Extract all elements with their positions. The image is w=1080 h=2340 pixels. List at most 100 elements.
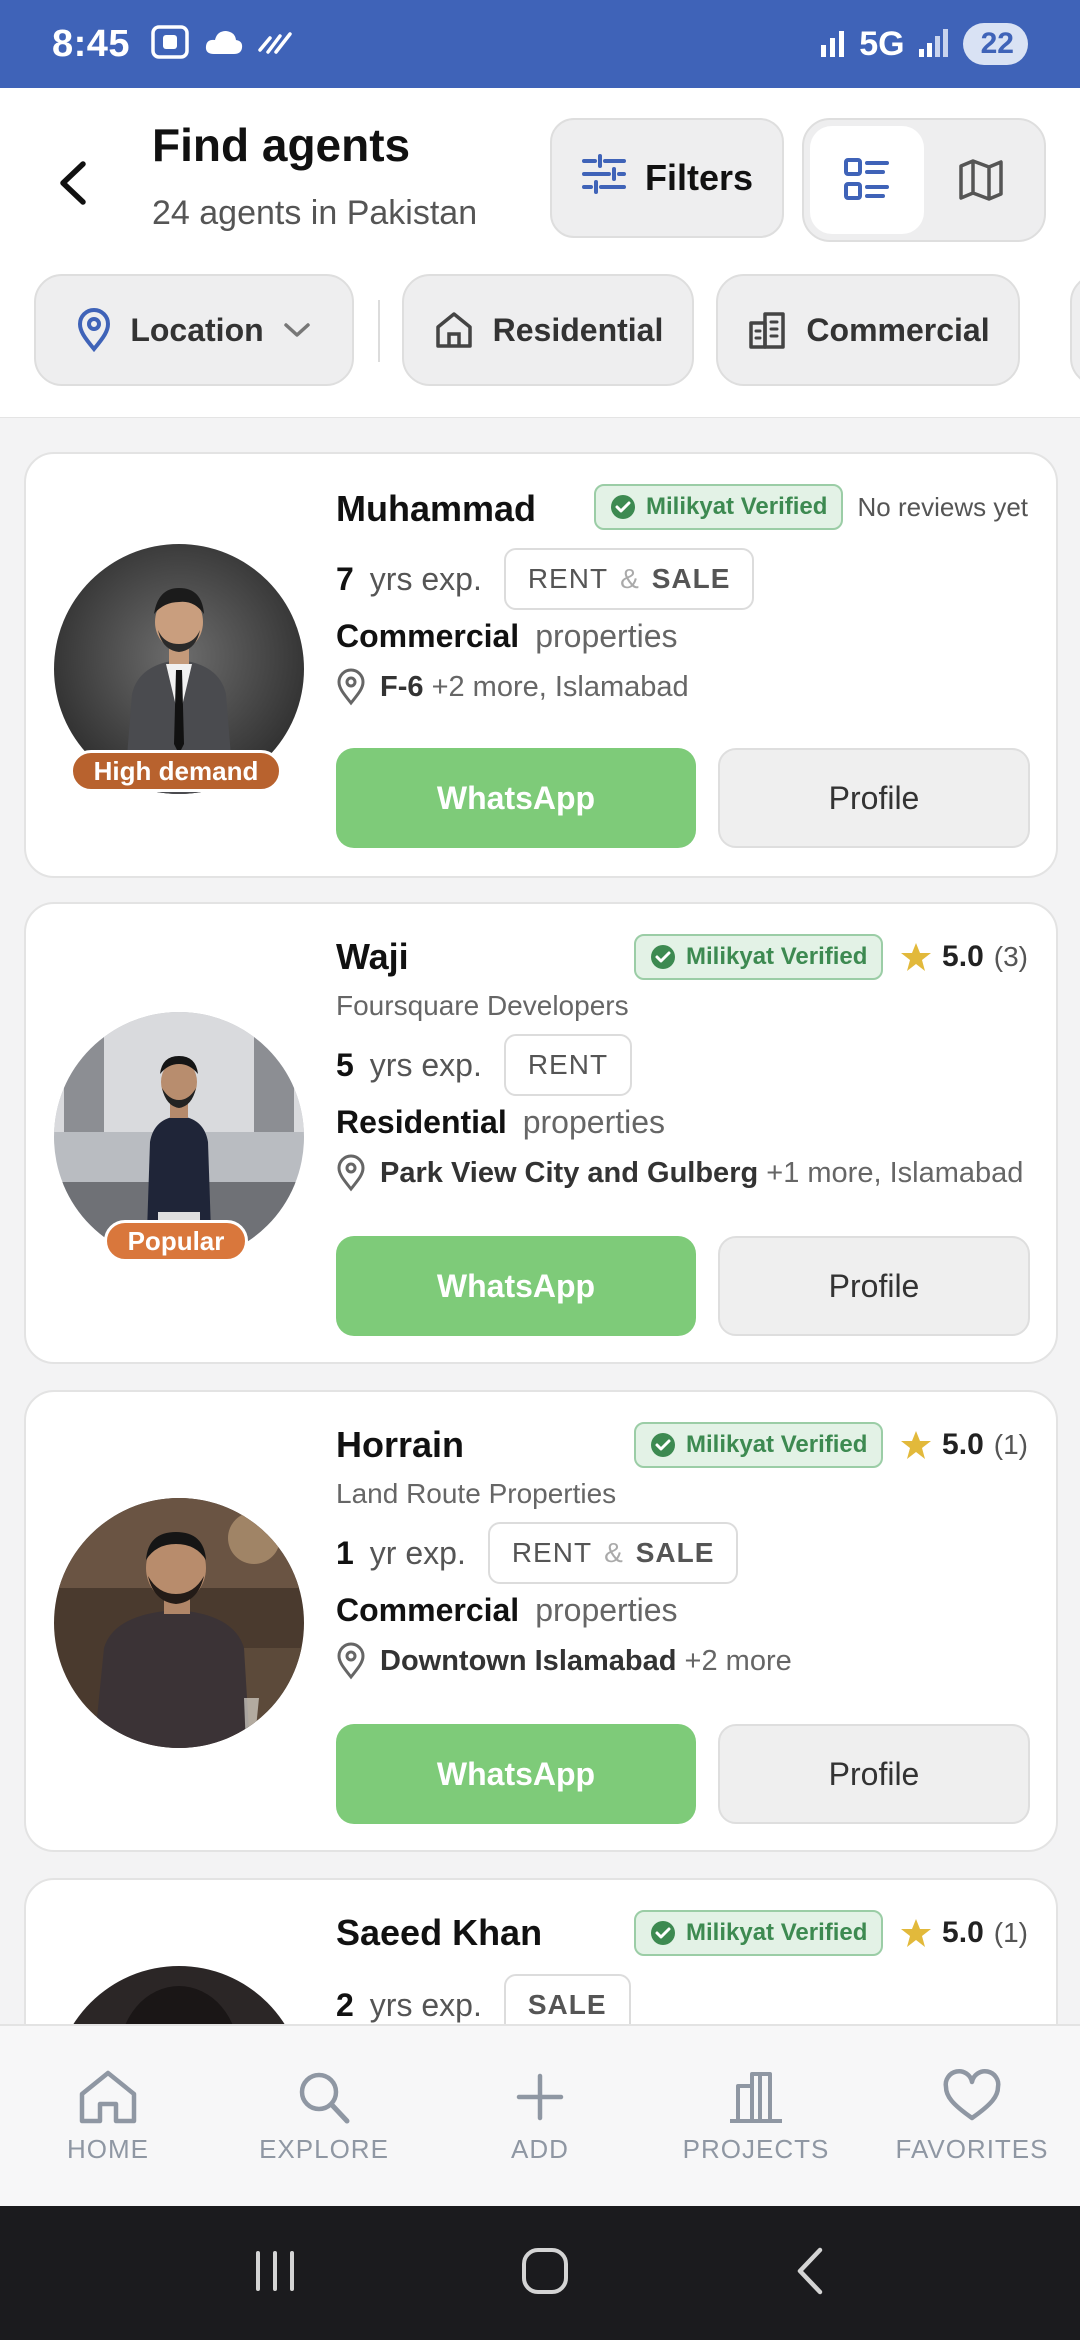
agent-name: Muhammad: [336, 488, 537, 529]
recent-apps-icon[interactable]: [250, 2247, 300, 2300]
agent-name: Waji: [336, 936, 409, 977]
experience: 1 yr exp. RENT & SALE: [336, 1522, 739, 1584]
agent-location: Downtown Islamabad +2 more: [336, 1642, 792, 1680]
location-pin-icon: [337, 1642, 365, 1680]
nav-add-label: ADD: [511, 2133, 569, 2164]
rating-count: (1): [993, 1429, 1028, 1460]
experience-years: 7: [336, 560, 354, 597]
chip-commercial[interactable]: Commercial: [716, 274, 1020, 386]
popular-badge: Popular: [104, 1220, 248, 1262]
chip-location[interactable]: Location: [34, 274, 354, 386]
check-circle-icon: [651, 1433, 675, 1457]
nav-favorites-label: FAVORITES: [895, 2133, 1049, 2164]
verified-label: Milikyat Verified: [686, 1919, 868, 1946]
property-type: Residential properties: [336, 1104, 666, 1140]
nav-home[interactable]: HOME: [0, 2026, 216, 2206]
rating-count: (3): [993, 941, 1028, 972]
rating: 5.0 (3): [900, 940, 1028, 974]
check-circle-icon: [651, 1921, 675, 1945]
agent-location: F-6 +2 more, Islamabad: [336, 668, 689, 706]
verified-label: Milikyat Verified: [686, 943, 868, 970]
agent-card[interactable]: Horrain Milikyat Verified 5.0 (1) Land R…: [24, 1390, 1058, 1852]
rating: 5.0 (1): [900, 1916, 1028, 1950]
nav-projects-label: PROJECTS: [682, 2133, 830, 2164]
header: Find agents 24 agents in Pakistan Filter…: [0, 88, 1080, 418]
location-pin-icon: [78, 308, 111, 352]
check-circle-icon: [611, 495, 635, 519]
network-type: 5G: [859, 24, 905, 63]
cloud-icon: [204, 28, 244, 61]
list-view-icon: [844, 158, 889, 200]
screenshot-icon: [150, 24, 190, 65]
nav-home-label: HOME: [67, 2133, 149, 2164]
chevron-down-icon: [283, 323, 310, 337]
nav-explore-label: EXPLORE: [259, 2133, 389, 2164]
nav-add[interactable]: ADD: [432, 2026, 648, 2206]
status-bar: 8:45 5G 22: [0, 0, 1080, 88]
map-view-button[interactable]: [924, 126, 1038, 234]
page-title: Find agents: [152, 119, 411, 171]
cellular-roaming-icon: [819, 25, 847, 64]
chip-divider: [378, 300, 380, 362]
chip-residential[interactable]: Residential: [402, 274, 694, 386]
signal-strength-icon: [258, 30, 292, 59]
experience-unit: yrs exp.: [369, 560, 482, 597]
nav-favorites[interactable]: FAVORITES: [864, 2026, 1080, 2206]
battery-indicator: 22: [962, 23, 1028, 65]
home-icon: [79, 2070, 137, 2123]
agent-card[interactable]: Popular Waji Milikyat Verified 5.0 (3) F…: [24, 902, 1058, 1364]
nav-projects[interactable]: PROJECTS: [648, 2026, 864, 2206]
sliders-icon: [581, 153, 627, 203]
whatsapp-button[interactable]: WhatsApp: [336, 748, 696, 848]
chip-location-label: Location: [130, 311, 264, 348]
profile-button[interactable]: Profile: [718, 1236, 1030, 1336]
back-nav-icon[interactable]: [790, 2246, 830, 2301]
verified-badge: Milikyat Verified: [634, 1910, 884, 1956]
property-type: Commercial properties: [336, 1592, 678, 1628]
home-button-icon[interactable]: [520, 2246, 570, 2301]
star-icon: [901, 1919, 932, 1947]
agent-card[interactable]: High demand Muhammad Milikyat Verified N…: [24, 452, 1058, 878]
experience: 5 yrs exp. RENT: [336, 1034, 633, 1096]
verified-label: Milikyat Verified: [686, 1431, 868, 1458]
filters-button[interactable]: Filters: [550, 118, 784, 238]
agent-location: Park View City and Gulberg +1 more, Isla…: [336, 1154, 1023, 1192]
search-icon: [299, 2072, 350, 2123]
chip-more[interactable]: [1070, 274, 1080, 386]
chip-commercial-label: Commercial: [806, 311, 990, 348]
filters-label: Filters: [644, 157, 754, 198]
rating: 5.0 (1): [900, 1428, 1028, 1462]
verified-badge: Milikyat Verified: [634, 934, 884, 980]
heart-icon: [943, 2068, 1001, 2120]
profile-button[interactable]: Profile: [718, 1724, 1030, 1824]
whatsapp-button[interactable]: WhatsApp: [336, 1236, 696, 1336]
avatar: [54, 1498, 304, 1748]
whatsapp-button[interactable]: WhatsApp: [336, 1724, 696, 1824]
agent-photo: [54, 1498, 304, 1748]
check-circle-icon: [651, 945, 675, 969]
map-icon: [959, 159, 1003, 201]
agents-count: 24 agents in Pakistan: [152, 194, 478, 232]
experience-years: 1: [336, 1534, 354, 1571]
verified-badge: Milikyat Verified: [594, 484, 844, 530]
agency-name: Land Route Properties: [336, 1478, 617, 1509]
location-pin-icon: [337, 668, 365, 706]
status-time: 8:45: [52, 22, 131, 65]
experience: 7 yrs exp. RENT & SALE: [336, 548, 755, 610]
bottom-navigation: HOME EXPLORE ADD PROJECTS FAVORITES: [0, 2024, 1080, 2206]
experience-unit: yrs exp.: [369, 1046, 482, 1083]
list-view-button[interactable]: [810, 126, 924, 234]
experience-unit: yrs exp.: [369, 1986, 482, 2023]
profile-button[interactable]: Profile: [718, 748, 1030, 848]
high-demand-badge: High demand: [70, 750, 282, 792]
deal-type-tag: RENT & SALE: [487, 1522, 739, 1584]
agent-name: Horrain: [336, 1424, 465, 1465]
rating-value: 5.0: [942, 1428, 984, 1461]
verified-badge: Milikyat Verified: [634, 1422, 884, 1468]
agency-name: Foursquare Developers: [336, 990, 629, 1021]
nav-explore[interactable]: EXPLORE: [216, 2026, 432, 2206]
star-icon: [901, 1431, 932, 1459]
experience-years: 2: [336, 1986, 354, 2023]
back-button[interactable]: [48, 158, 98, 208]
chip-residential-label: Residential: [492, 311, 664, 348]
